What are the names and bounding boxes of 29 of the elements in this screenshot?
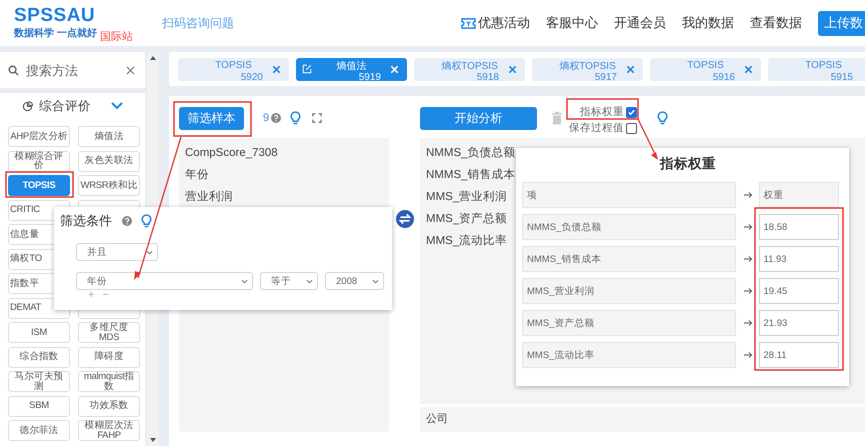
tab-number: 5920 — [240, 72, 263, 82]
tab-number: 5919 — [358, 72, 381, 82]
item-field: MMS_营业利润 — [522, 278, 736, 304]
weight-field: 11.93 — [758, 246, 839, 272]
tab-title: 熵权TOPSIS — [441, 60, 498, 72]
weight-field: 18.58 — [758, 214, 839, 240]
item-field: NMMS_销售成本 — [522, 246, 736, 272]
weight-field: 19.45 — [758, 278, 839, 304]
weight-field: 28.11 — [758, 342, 839, 368]
item-header: 项 — [522, 182, 736, 208]
tab-title: 熵权TOPSIS — [559, 60, 616, 72]
weight-field: 21.93 — [758, 310, 839, 336]
tab-number: 5915 — [830, 72, 853, 82]
dialog-title: 指标权重 — [660, 155, 717, 173]
tab-number: 5917 — [594, 72, 617, 82]
logo-text: SPSSAU — [14, 6, 96, 26]
tab-title: TOPSIS — [215, 60, 252, 71]
tab-title: TOPSIS — [687, 60, 724, 71]
weight-header: 权重 — [758, 182, 839, 208]
tab-number: 5918 — [476, 72, 499, 82]
sample-count: 9 — [263, 112, 270, 124]
slogan: 数据科学 一点就好 — [14, 26, 97, 40]
item-field: MMS_流动比率 — [522, 342, 736, 368]
tab-title: 熵值法 — [336, 60, 366, 72]
category-label: 综合评价 — [39, 98, 91, 114]
tab-title: TOPSIS — [805, 60, 842, 71]
tab-number: 5916 — [712, 72, 735, 82]
item-field: NMMS_负债总额 — [522, 214, 736, 240]
item-field: MMS_资产总额 — [522, 310, 736, 336]
